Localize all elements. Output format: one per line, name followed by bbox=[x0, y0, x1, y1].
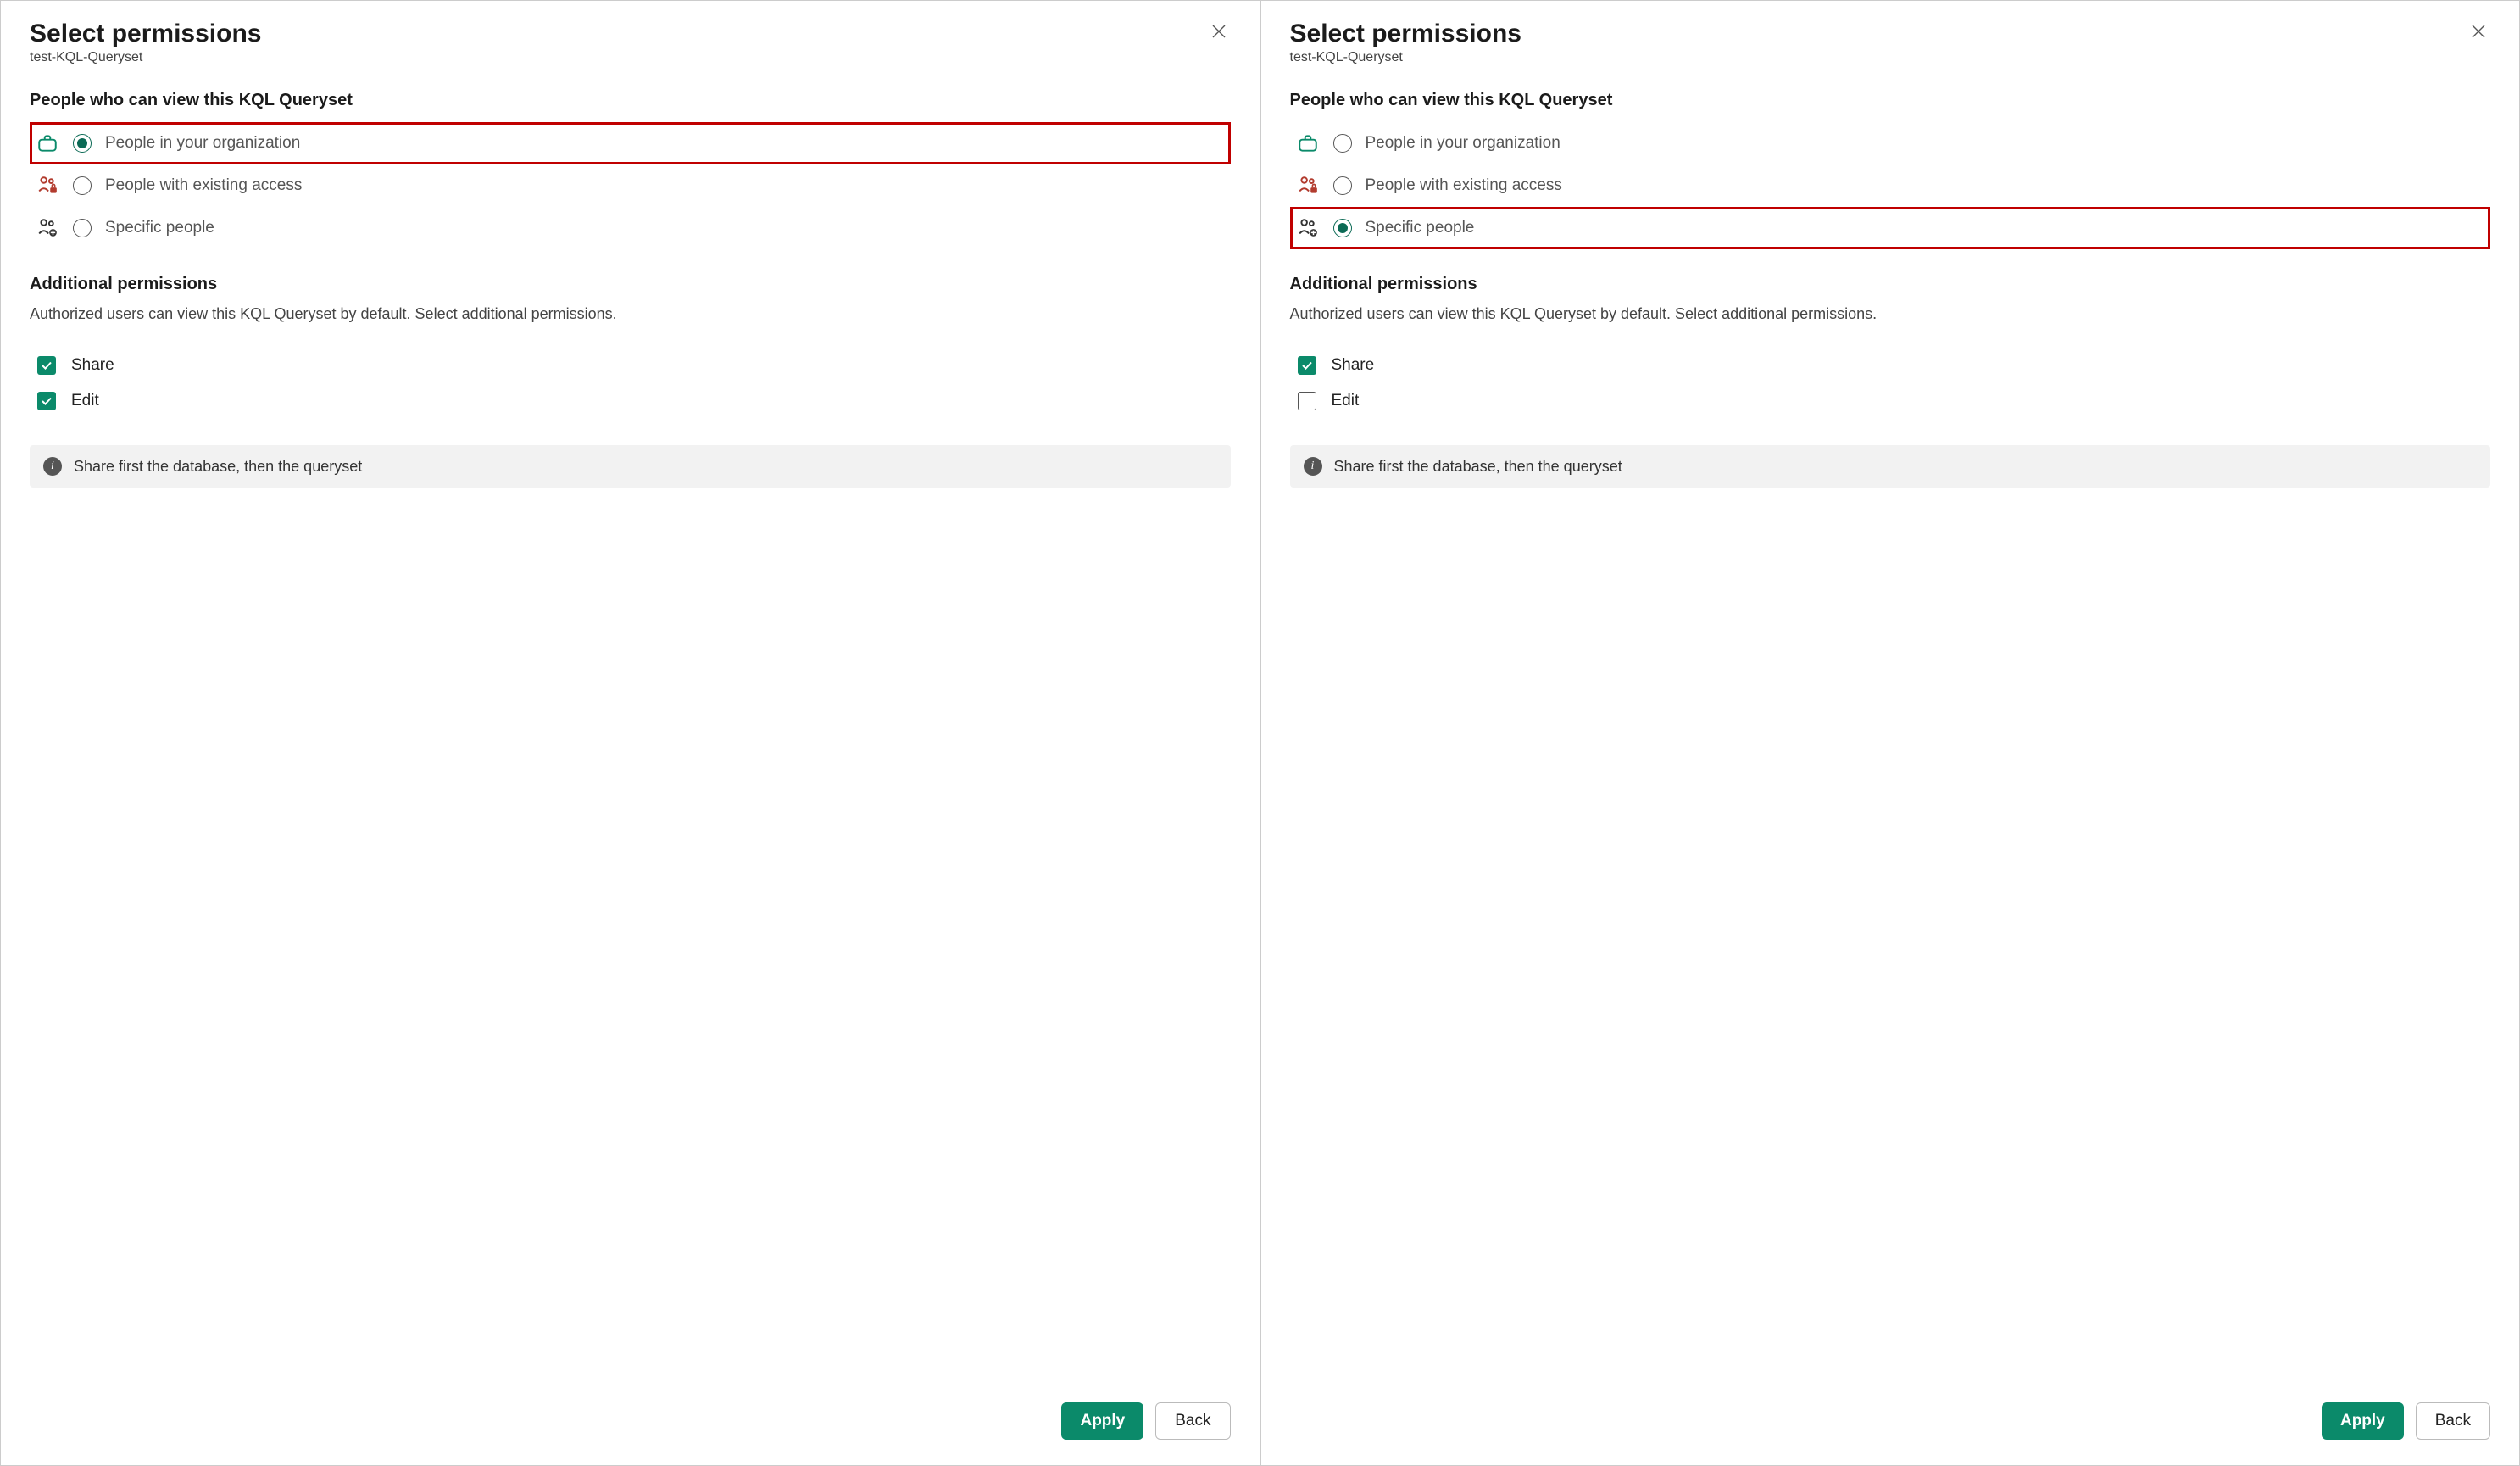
info-bar: i Share first the database, then the que… bbox=[1290, 445, 2491, 488]
back-button[interactable]: Back bbox=[2416, 1402, 2490, 1440]
permissions-checkbox-group: Share Edit bbox=[30, 340, 1231, 426]
people-lock-icon bbox=[1296, 174, 1320, 198]
checkbox-label-share: Share bbox=[71, 356, 114, 375]
info-bar: i Share first the database, then the que… bbox=[30, 445, 1231, 488]
header-text: Select permissions test-KQL-Queryset bbox=[1290, 20, 1521, 65]
radio-label-specific: Specific people bbox=[1366, 219, 1475, 237]
radio-input-existing[interactable] bbox=[1333, 176, 1352, 195]
radio-input-existing[interactable] bbox=[73, 176, 92, 195]
people-add-icon bbox=[36, 216, 59, 240]
info-text: Share first the database, then the query… bbox=[1334, 458, 1622, 476]
header-text: Select permissions test-KQL-Queryset bbox=[30, 20, 261, 65]
permissions-panel-right: Select permissions test-KQL-Queryset Peo… bbox=[1260, 0, 2520, 1466]
info-text: Share first the database, then the query… bbox=[74, 458, 362, 476]
additional-heading: Additional permissions bbox=[1290, 275, 2491, 294]
check-icon bbox=[41, 395, 53, 407]
audience-radio-group: People in your organization People with … bbox=[1290, 122, 2491, 249]
radio-row-org[interactable]: People in your organization bbox=[30, 122, 1231, 164]
radio-input-specific[interactable] bbox=[73, 219, 92, 237]
checkbox-share[interactable] bbox=[37, 356, 56, 375]
people-add-icon bbox=[1296, 216, 1320, 240]
radio-label-specific: Specific people bbox=[105, 219, 214, 237]
radio-label-existing: People with existing access bbox=[1366, 176, 1562, 195]
audience-radio-group: People in your organization People with … bbox=[30, 122, 1231, 249]
close-button[interactable] bbox=[2467, 20, 2490, 43]
panel-title: Select permissions bbox=[30, 20, 261, 48]
permissions-checkbox-group: Share Edit bbox=[1290, 340, 2491, 426]
radio-label-org: People in your organization bbox=[105, 134, 300, 153]
radio-dot bbox=[1338, 223, 1348, 233]
apply-button[interactable]: Apply bbox=[1061, 1402, 1143, 1440]
radio-dot bbox=[77, 138, 87, 148]
close-icon bbox=[1210, 23, 1227, 40]
panel-header: Select permissions test-KQL-Queryset bbox=[30, 20, 1231, 65]
check-icon bbox=[41, 360, 53, 371]
checkbox-row-edit[interactable]: Edit bbox=[36, 383, 1225, 419]
checkbox-edit[interactable] bbox=[37, 392, 56, 410]
audience-heading: People who can view this KQL Queryset bbox=[30, 91, 1231, 110]
checkbox-row-share[interactable]: Share bbox=[1296, 348, 2485, 383]
radio-label-org: People in your organization bbox=[1366, 134, 1560, 153]
panel-header: Select permissions test-KQL-Queryset bbox=[1290, 20, 2491, 65]
people-lock-icon bbox=[36, 174, 59, 198]
checkbox-label-edit: Edit bbox=[71, 392, 99, 410]
radio-row-existing[interactable]: People with existing access bbox=[1290, 164, 2491, 207]
briefcase-icon bbox=[36, 131, 59, 155]
radio-row-specific[interactable]: Specific people bbox=[30, 207, 1231, 249]
radio-input-org[interactable] bbox=[1333, 134, 1352, 153]
info-icon: i bbox=[43, 457, 62, 476]
check-icon bbox=[1301, 360, 1313, 371]
checkbox-label-share: Share bbox=[1332, 356, 1375, 375]
checkbox-share[interactable] bbox=[1298, 356, 1316, 375]
audience-heading: People who can view this KQL Queryset bbox=[1290, 91, 2491, 110]
checkbox-row-edit[interactable]: Edit bbox=[1296, 383, 2485, 419]
close-button[interactable] bbox=[1207, 20, 1231, 43]
radio-row-specific[interactable]: Specific people bbox=[1290, 207, 2491, 249]
briefcase-icon bbox=[1296, 131, 1320, 155]
checkbox-row-share[interactable]: Share bbox=[36, 348, 1225, 383]
panel-subtitle: test-KQL-Queryset bbox=[1290, 50, 1521, 65]
radio-input-specific[interactable] bbox=[1333, 219, 1352, 237]
panel-footer: Apply Back bbox=[30, 1368, 1231, 1440]
back-button[interactable]: Back bbox=[1155, 1402, 1230, 1440]
additional-desc: Authorized users can view this KQL Query… bbox=[30, 303, 1231, 325]
panel-subtitle: test-KQL-Queryset bbox=[30, 50, 261, 65]
checkbox-label-edit: Edit bbox=[1332, 392, 1360, 410]
radio-row-org[interactable]: People in your organization bbox=[1290, 122, 2491, 164]
panel-footer: Apply Back bbox=[1290, 1368, 2491, 1440]
close-icon bbox=[2470, 23, 2487, 40]
radio-label-existing: People with existing access bbox=[105, 176, 302, 195]
additional-desc: Authorized users can view this KQL Query… bbox=[1290, 303, 2491, 325]
apply-button[interactable]: Apply bbox=[2322, 1402, 2404, 1440]
additional-heading: Additional permissions bbox=[30, 275, 1231, 294]
permissions-panel-left: Select permissions test-KQL-Queryset Peo… bbox=[0, 0, 1260, 1466]
info-icon: i bbox=[1304, 457, 1322, 476]
checkbox-edit[interactable] bbox=[1298, 392, 1316, 410]
radio-row-existing[interactable]: People with existing access bbox=[30, 164, 1231, 207]
radio-input-org[interactable] bbox=[73, 134, 92, 153]
panel-title: Select permissions bbox=[1290, 20, 1521, 48]
